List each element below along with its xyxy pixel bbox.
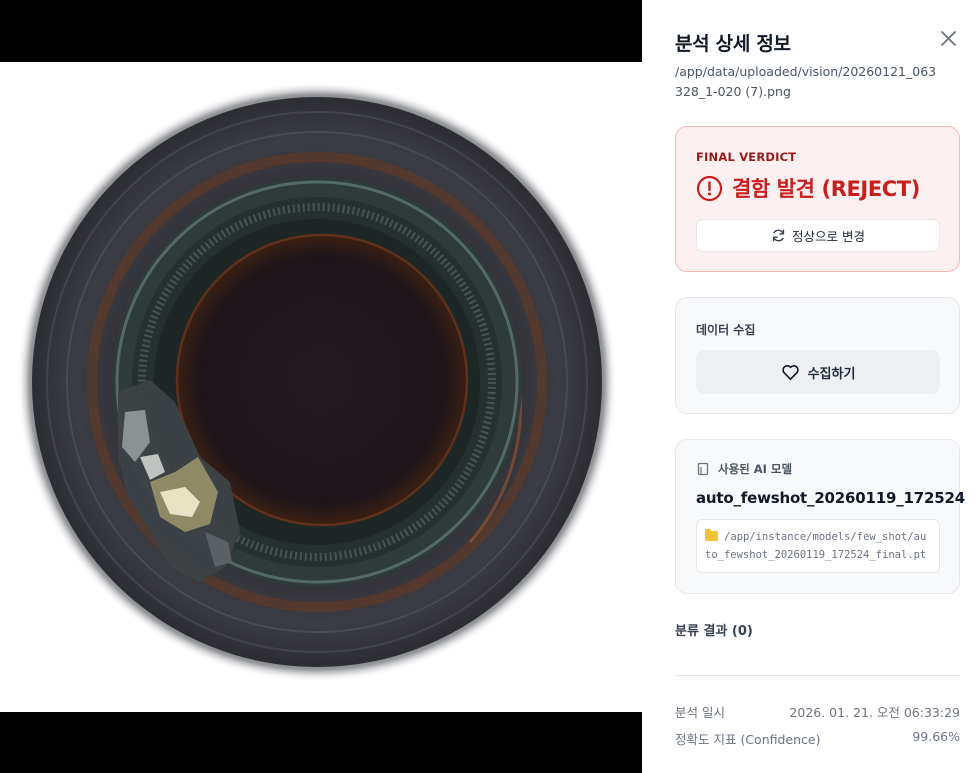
- inspection-image: [0, 62, 642, 712]
- model-label: 사용된 AI 모델: [718, 462, 793, 476]
- mark-normal-button[interactable]: 정상으로 변경: [696, 219, 940, 252]
- alert-circle-icon: [696, 175, 723, 201]
- heart-icon: [781, 364, 799, 380]
- folder-icon: [705, 529, 718, 541]
- model-name: auto_fewshot_20260119_172524: [696, 489, 965, 507]
- image-viewer: [0, 0, 642, 773]
- verdict-text: 결함 발견 (REJECT): [732, 177, 920, 201]
- mark-normal-label: 정상으로 변경: [792, 229, 865, 244]
- divider: [675, 675, 960, 676]
- collect-button-label: 수집하기: [807, 366, 856, 382]
- panel-title: 분석 상세 정보: [675, 33, 791, 55]
- data-collection-card: 데이터 수집 수집하기: [675, 297, 960, 414]
- model-path: /app/instance/models/few_shot/auto_fewsh…: [705, 531, 927, 561]
- confidence-row: 정확도 지표 (Confidence) 99.66%: [675, 729, 960, 748]
- analyzed-at-row: 분석 일시 2026. 01. 21. 오전 06:33:29: [675, 702, 960, 721]
- confidence-label: 정확도 지표 (Confidence): [675, 732, 821, 747]
- detail-panel: 분석 상세 정보 /app/data/uploaded/vision/20260…: [642, 0, 980, 773]
- verdict-label: FINAL VERDICT: [696, 150, 797, 164]
- model-label-row: 사용된 AI 모델: [696, 461, 792, 477]
- analyzed-at-value: 2026. 01. 21. 오전 06:33:29: [789, 705, 960, 720]
- analyzed-at-label: 분석 일시: [675, 705, 725, 720]
- classification-title: 분류 결과 (0): [675, 624, 753, 639]
- confidence-value: 99.66%: [912, 729, 960, 744]
- collect-button[interactable]: 수집하기: [696, 350, 940, 394]
- model-icon: [697, 462, 709, 476]
- close-icon: [941, 31, 956, 46]
- model-path-box: /app/instance/models/few_shot/auto_fewsh…: [696, 519, 940, 573]
- model-card: 사용된 AI 모델 auto_fewshot_20260119_172524 /…: [675, 439, 965, 594]
- file-path: /app/data/uploaded/vision/20260121_06332…: [675, 64, 937, 99]
- data-collection-label: 데이터 수집: [696, 323, 756, 337]
- verdict-card: FINAL VERDICT 결함 발견 (REJECT) 정상으로 변경: [675, 126, 960, 272]
- bottle-mouth-photo: [0, 62, 642, 712]
- verdict-result: 결함 발견 (REJECT): [696, 173, 920, 203]
- refresh-icon: [772, 229, 785, 242]
- close-button[interactable]: [937, 28, 959, 50]
